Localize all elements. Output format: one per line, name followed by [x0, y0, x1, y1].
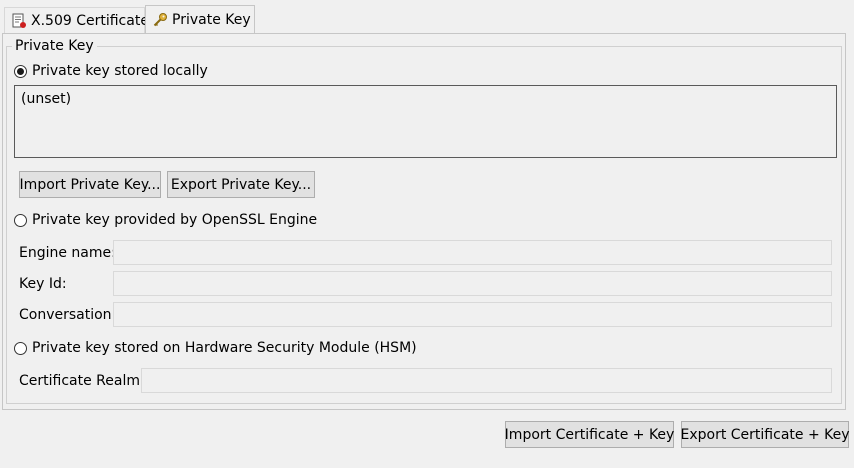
tab-label: X.509 Certificate [31, 12, 149, 29]
radio-label: Private key stored locally [32, 63, 208, 79]
tab-label: Private Key [172, 11, 251, 28]
radio-label: Private key provided by OpenSSL Engine [32, 212, 318, 228]
engine-name-field[interactable] [113, 240, 832, 265]
export-certificate-key-button[interactable]: Export Certificate + Key [681, 421, 850, 448]
key-icon [152, 11, 168, 29]
radio-indicator [14, 341, 27, 355]
import-certificate-key-button[interactable]: Import Certificate + Key [505, 421, 674, 448]
key-id-field[interactable] [113, 271, 832, 296]
radio-indicator [14, 213, 27, 227]
conversation-label: Conversation: [19, 307, 117, 323]
tab-private-key[interactable]: Private Key [145, 5, 255, 33]
radio-label: Private key stored on Hardware Security … [32, 340, 417, 356]
radio-openssl-engine[interactable]: Private key provided by OpenSSL Engine [14, 211, 317, 229]
conversation-field[interactable] [113, 302, 832, 327]
engine-name-label: Engine name: [19, 245, 116, 261]
key-id-label: Key Id: [19, 276, 67, 292]
tab-x509-certificate[interactable]: X.509 Certificate [4, 7, 149, 33]
radio-stored-locally[interactable]: Private key stored locally [14, 62, 208, 80]
radio-hsm[interactable]: Private key stored on Hardware Security … [14, 339, 417, 357]
certificate-realm-field[interactable] [141, 368, 832, 393]
group-title: Private Key [12, 37, 97, 55]
import-private-key-button[interactable]: Import Private Key... [19, 171, 161, 198]
private-key-text[interactable]: (unset) [14, 85, 837, 158]
radio-indicator [14, 64, 27, 78]
export-private-key-button[interactable]: Export Private Key... [167, 171, 315, 198]
private-key-value: (unset) [21, 91, 72, 107]
certificate-realm-label: Certificate Realm: [19, 373, 145, 389]
certificate-icon [11, 12, 27, 30]
